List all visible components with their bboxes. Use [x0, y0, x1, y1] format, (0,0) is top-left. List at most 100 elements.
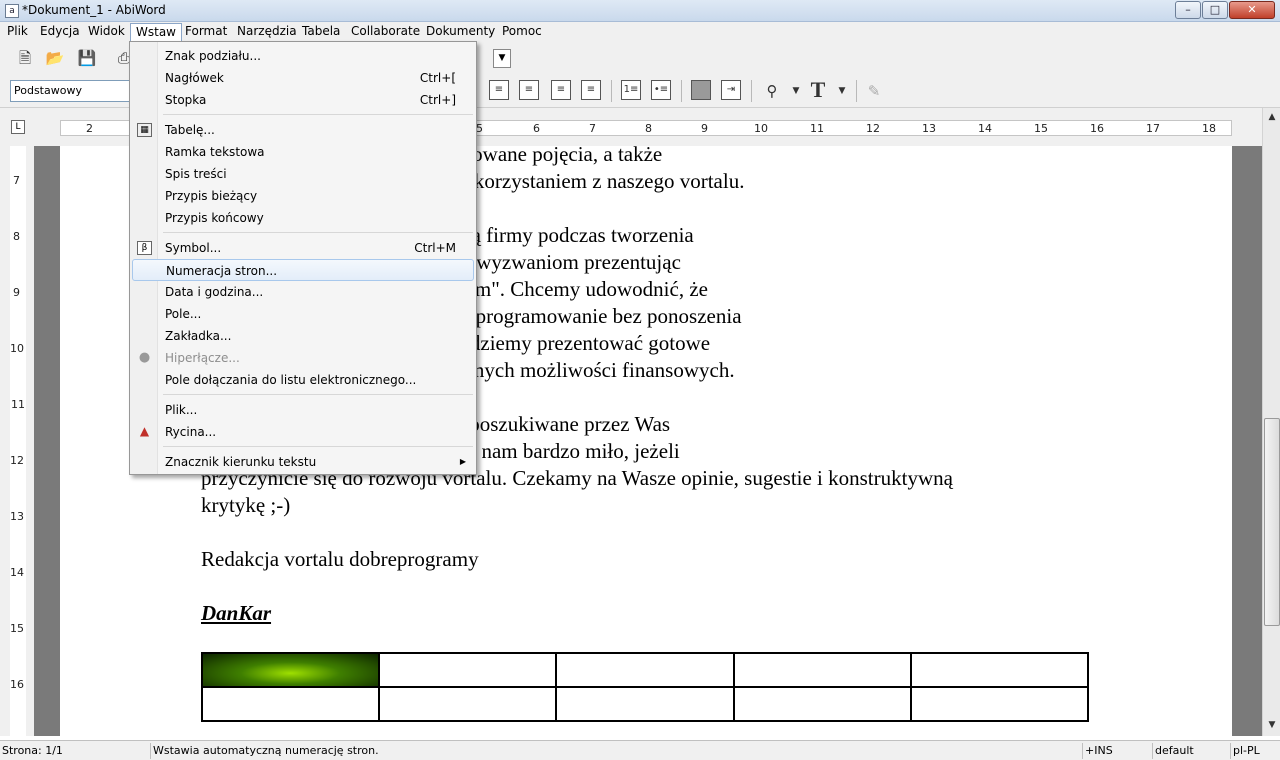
- menu-item-naglowek[interactable]: Nagłówek Ctrl+[: [132, 67, 474, 89]
- menu-item-symbol[interactable]: β Symbol... Ctrl+M: [132, 237, 474, 259]
- chevron-down-icon[interactable]: ▼: [830, 79, 854, 103]
- bullet-list-icon[interactable]: •≡: [651, 80, 671, 100]
- menu-item-label: Rycina...: [165, 425, 217, 439]
- ruler-number: 15: [10, 622, 24, 635]
- ruler-number: 15: [1034, 122, 1048, 135]
- menu-item-spis-tresci[interactable]: Spis treści: [132, 163, 474, 185]
- menu-item-znak-podzialu[interactable]: Znak podziału...: [132, 45, 474, 67]
- hyperlink-icon: ●: [138, 350, 151, 365]
- chevron-down-icon[interactable]: ▼: [784, 79, 808, 103]
- font-size-dropdown-arrow[interactable]: ▼: [493, 49, 511, 68]
- ruler-number: 13: [10, 510, 24, 523]
- minimize-button[interactable]: –: [1175, 1, 1201, 19]
- border-icon[interactable]: [691, 80, 711, 100]
- ruler-number: 9: [13, 286, 20, 299]
- document-table[interactable]: [200, 652, 1090, 722]
- ruler-number: 5: [476, 122, 483, 135]
- table-cell-image[interactable]: [200, 652, 381, 688]
- tab-type-icon[interactable]: L: [11, 120, 25, 134]
- abiword-icon: a: [5, 4, 19, 18]
- menu-item-label: Znacznik kierunku tekstu: [165, 455, 317, 469]
- menu-item-ramka-tekstowa[interactable]: Ramka tekstowa: [132, 141, 474, 163]
- ruler-number: 14: [10, 566, 24, 579]
- menu-format[interactable]: Format: [180, 23, 232, 41]
- indent-icon[interactable]: ⇥: [721, 80, 741, 100]
- highlight-color-icon[interactable]: ⚲: [760, 79, 784, 103]
- page-indicator: Strona: 1/1: [2, 744, 63, 757]
- ruler-number: 2: [86, 122, 93, 135]
- menu-item-plik[interactable]: Plik...: [132, 399, 474, 421]
- style-dropdown[interactable]: Podstawowy: [10, 80, 130, 102]
- new-document-icon[interactable]: 🗎: [13, 46, 37, 70]
- menu-item-data-i-godzina[interactable]: Data i godzina...: [132, 281, 474, 303]
- menu-item-shortcut: Ctrl+[: [419, 71, 456, 85]
- menu-tabela[interactable]: Tabela: [297, 23, 345, 41]
- menu-item-label: Ramka tekstowa: [165, 145, 265, 159]
- insert-mode: +INS: [1082, 743, 1152, 759]
- menu-item-label: Plik...: [165, 403, 198, 417]
- menu-item-pole[interactable]: Pole...: [132, 303, 474, 325]
- submenu-arrow-icon: ▶: [459, 457, 466, 466]
- text-color-icon[interactable]: T: [806, 78, 830, 102]
- menu-dokumenty[interactable]: Dokumenty: [421, 23, 500, 41]
- menu-item-stopka[interactable]: Stopka Ctrl+]: [132, 89, 474, 111]
- align-justify-icon[interactable]: ≡: [581, 80, 601, 100]
- menu-bar: Plik Edycja Widok Wstaw Format Narzędzia…: [0, 22, 1280, 42]
- menu-pomoc[interactable]: Pomoc: [497, 23, 547, 41]
- align-left-icon[interactable]: ≡: [489, 80, 509, 100]
- vertical-ruler[interactable]: 7 8 9 10 11 12 13 14 15 16: [10, 146, 26, 736]
- menu-item-przypis-biezacy[interactable]: Przypis bieżący: [132, 185, 474, 207]
- menu-wstaw[interactable]: Wstaw: [130, 23, 182, 41]
- status-bar: Strona: 1/1 Wstawia automatyczną numerac…: [0, 740, 1280, 760]
- save-icon[interactable]: 💾: [75, 46, 99, 70]
- menu-item-numeracja-stron[interactable]: Numeracja stron...: [132, 259, 474, 281]
- vertical-scrollbar[interactable]: ▲ ▼: [1262, 108, 1280, 736]
- ruler-number: 17: [1146, 122, 1160, 135]
- numbered-list-icon[interactable]: 1≡: [621, 80, 641, 100]
- table-cell[interactable]: [555, 652, 735, 688]
- ruler-number: 16: [10, 678, 24, 691]
- scroll-down-icon[interactable]: ▼: [1265, 718, 1279, 732]
- ruler-number: 11: [11, 398, 25, 411]
- table-cell[interactable]: [909, 652, 1090, 688]
- menu-narzedzia[interactable]: Narzędzia: [232, 23, 302, 41]
- ruler-number: 10: [754, 122, 768, 135]
- ruler-number: 18: [1202, 122, 1216, 135]
- table-cell[interactable]: [732, 652, 912, 688]
- close-button[interactable]: ✕: [1229, 1, 1275, 19]
- menu-edycja[interactable]: Edycja: [35, 23, 85, 41]
- table-cell[interactable]: [732, 686, 912, 722]
- table-cell[interactable]: [200, 686, 381, 722]
- ruler-number: 7: [589, 122, 596, 135]
- table-row: [200, 686, 1090, 722]
- maximize-button[interactable]: □: [1202, 1, 1228, 19]
- ruler-number: 16: [1090, 122, 1104, 135]
- table-cell[interactable]: [378, 652, 558, 688]
- scrollbar-thumb[interactable]: [1264, 418, 1280, 626]
- ruler-number: 6: [533, 122, 540, 135]
- menu-item-pole-dolaczania[interactable]: Pole dołączania do listu elektronicznego…: [132, 369, 474, 391]
- picture-icon: ▲: [139, 424, 150, 438]
- menu-plik[interactable]: Plik: [2, 23, 33, 41]
- status-message: Wstawia automatyczną numerację stron.: [150, 743, 1080, 759]
- menu-item-tabele[interactable]: ▦ Tabelę...: [132, 119, 474, 141]
- menu-item-przypis-koncowy[interactable]: Przypis końcowy: [132, 207, 474, 229]
- align-right-icon[interactable]: ≡: [551, 80, 571, 100]
- menu-widok[interactable]: Widok: [83, 23, 130, 41]
- menu-item-label: Stopka: [165, 93, 207, 107]
- toolbar-separator: [681, 80, 682, 102]
- scroll-up-icon[interactable]: ▲: [1265, 110, 1279, 124]
- menu-collaborate[interactable]: Collaborate: [346, 23, 425, 41]
- table-cell[interactable]: [555, 686, 735, 722]
- menu-item-label: Numeracja stron...: [166, 264, 278, 278]
- menu-item-zakladka[interactable]: Zakładka...: [132, 325, 474, 347]
- pen-icon[interactable]: ✎: [862, 79, 886, 103]
- toolbar-separator: [751, 80, 752, 102]
- menu-item-znacznik-kierunku[interactable]: Znacznik kierunku tekstu ▶: [132, 451, 474, 473]
- menu-item-rycina[interactable]: ▲ Rycina...: [132, 421, 474, 443]
- open-folder-icon[interactable]: 📂: [43, 46, 67, 70]
- align-center-icon[interactable]: ≡: [519, 80, 539, 100]
- table-cell[interactable]: [909, 686, 1090, 722]
- table-cell[interactable]: [378, 686, 558, 722]
- menu-item-label: Symbol...: [165, 241, 222, 255]
